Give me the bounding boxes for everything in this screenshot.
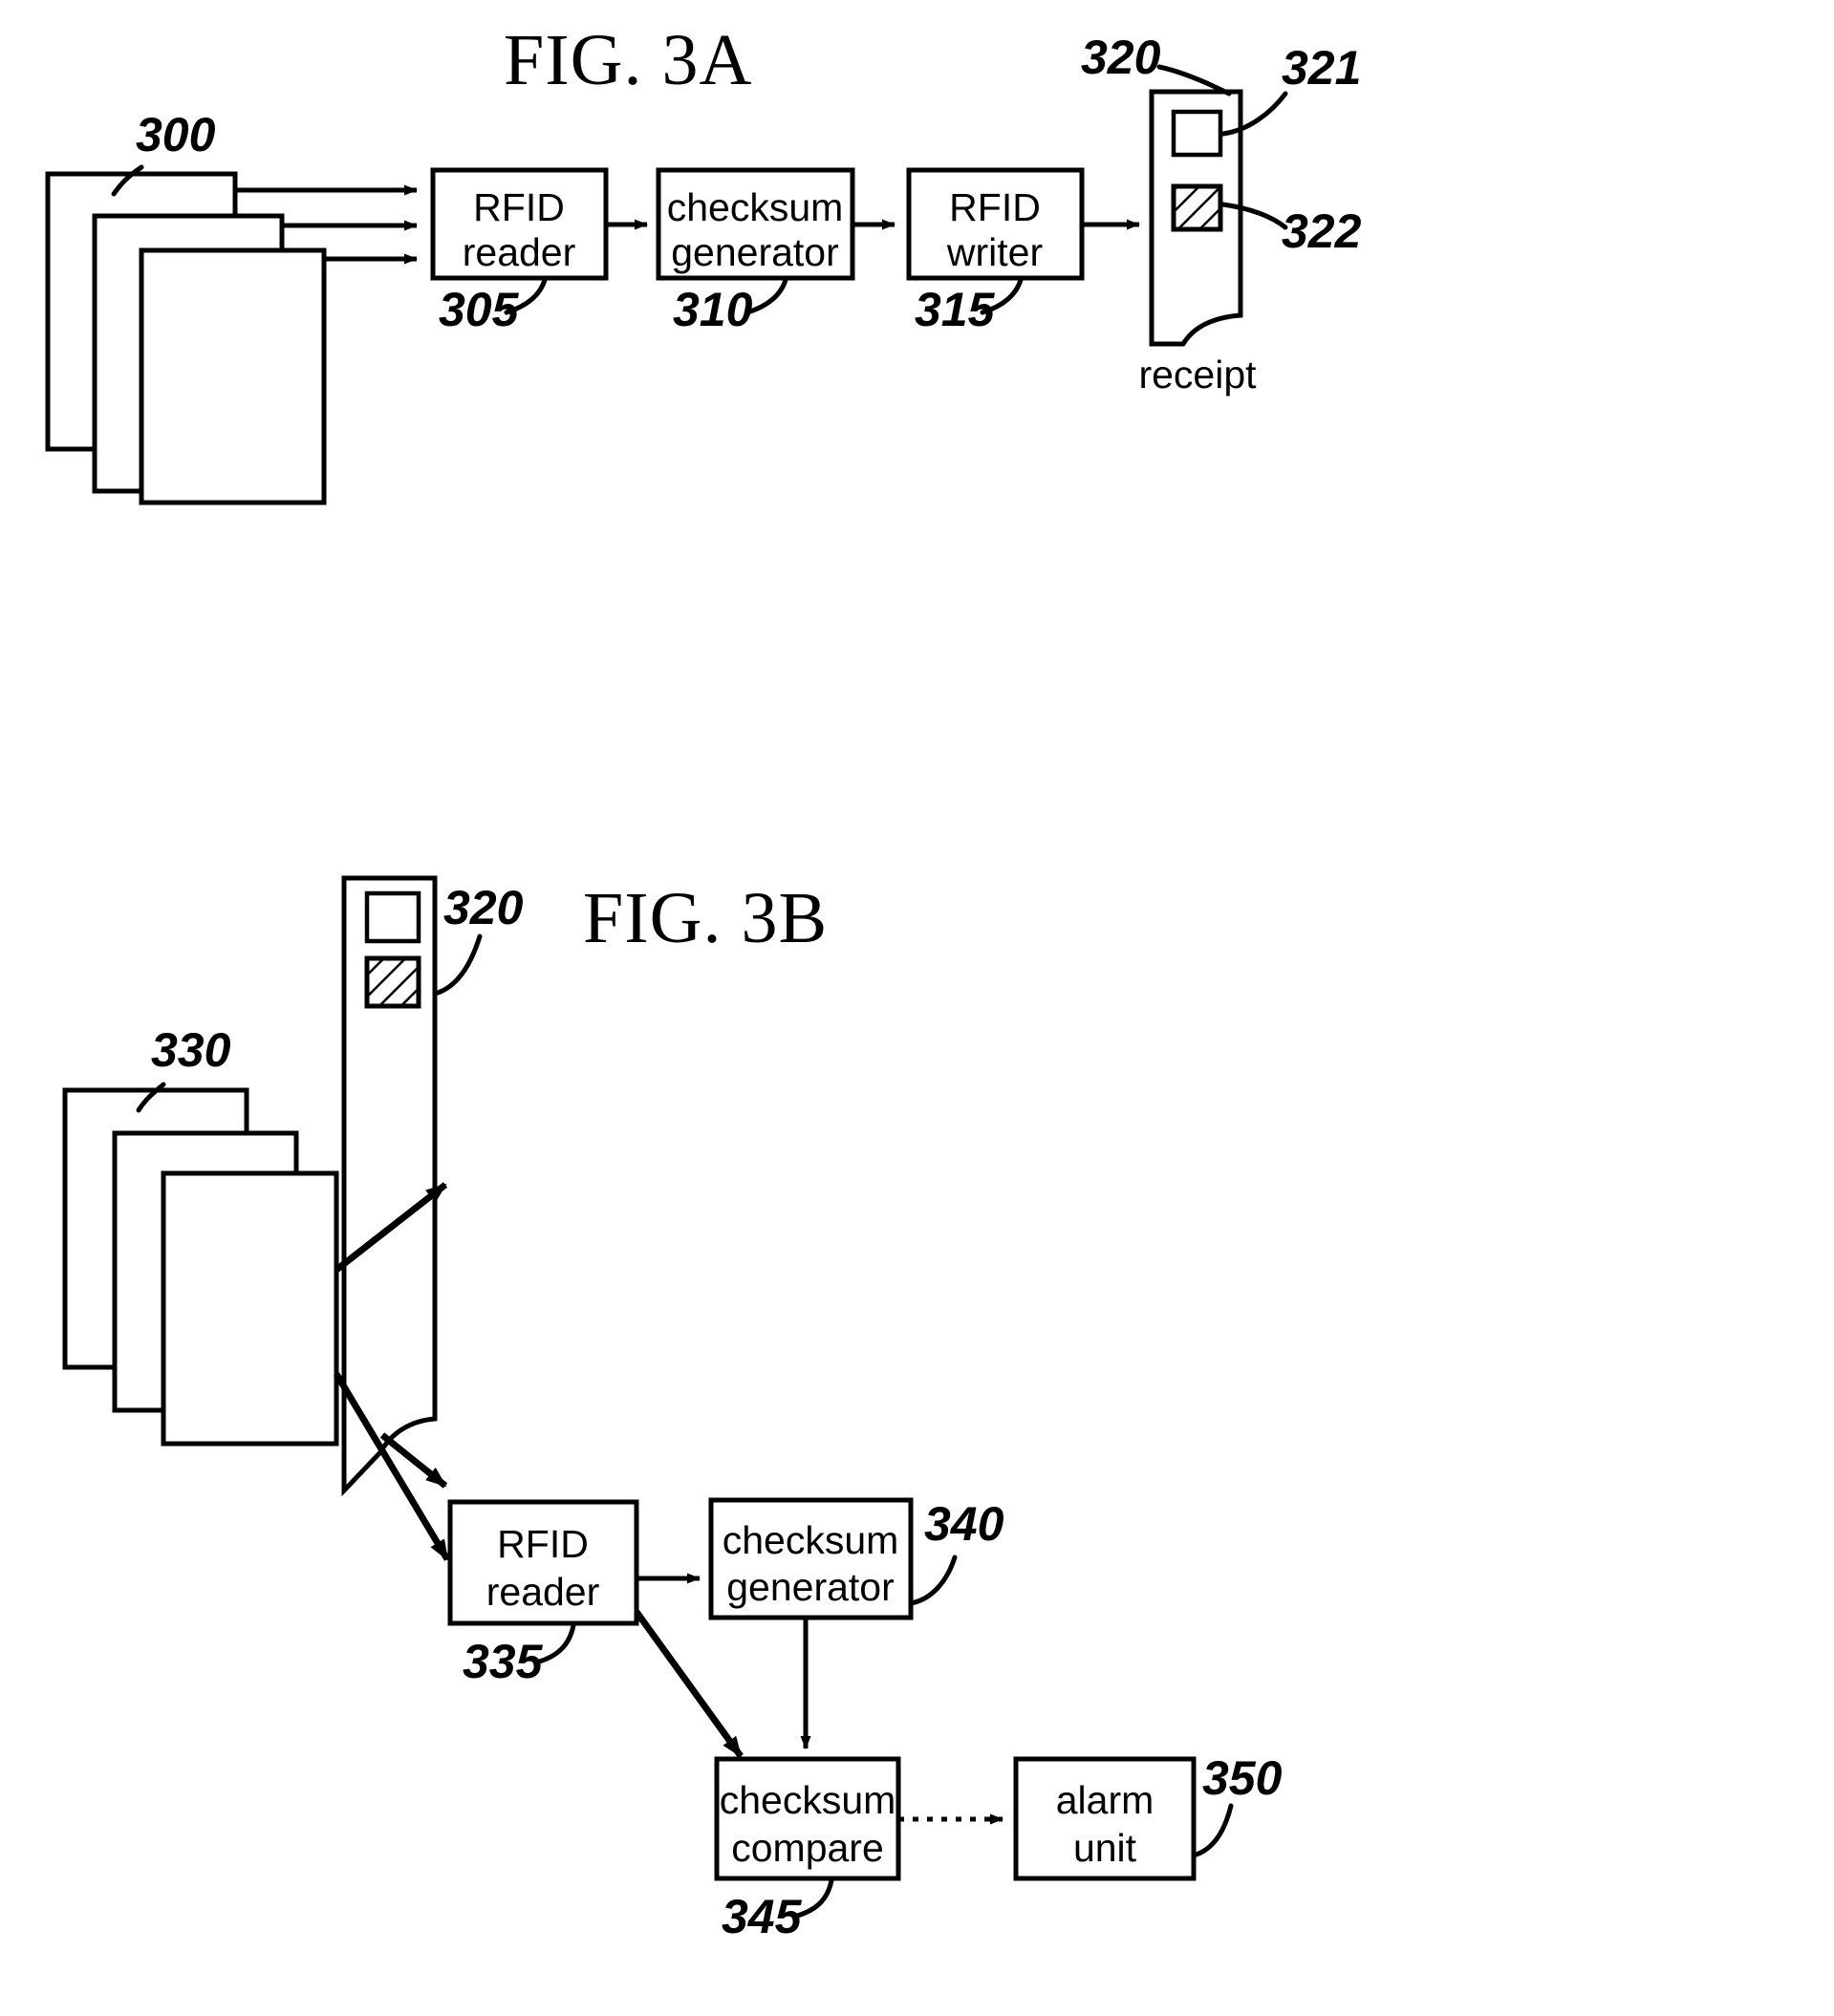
- block-label-line1: RFID: [473, 185, 565, 229]
- rfid-tag-plain: [364, 890, 421, 944]
- ref-number-335: 335: [463, 1635, 544, 1688]
- figure-3b: FIG. 3B 320 330 RFID reader 335 checksum…: [62, 875, 1283, 1943]
- ref-number-350: 350: [1202, 1751, 1283, 1805]
- block-label-line1: RFID: [949, 185, 1041, 229]
- rfid-tag-322-hatched: [1171, 183, 1223, 232]
- block-label-line2: generator: [726, 1565, 895, 1609]
- block-rfid-reader-335: RFID reader 335: [447, 1499, 639, 1688]
- block-checksum-compare-345: checksum compare 345: [714, 1756, 901, 1943]
- rfid-tag-321-plain: [1171, 109, 1223, 158]
- block-label-line1: alarm: [1056, 1778, 1154, 1822]
- leader-line: [432, 933, 483, 997]
- block-label-line2: compare: [731, 1826, 884, 1870]
- receipt-320: 320 321 322 receipt: [1081, 31, 1362, 397]
- figure-3a: FIG. 3A 300 RFID reader 305 checksum gen…: [45, 20, 1362, 505]
- leader-line: [744, 277, 788, 315]
- block-label-line1: checksum: [720, 1778, 896, 1822]
- block-label-line2: generator: [671, 230, 839, 274]
- ref-number-305: 305: [439, 283, 520, 336]
- block-alarm-unit-350: alarm unit 350: [1013, 1751, 1283, 1881]
- block-checksum-generator-310: checksum generator 310: [656, 167, 855, 336]
- patent-figure-sheet: FIG. 3A 300 RFID reader 305 checksum gen…: [45, 20, 1362, 1943]
- block-rfid-writer-315: RFID writer 315: [906, 167, 1085, 336]
- block-label-line1: checksum: [723, 1518, 899, 1562]
- leader-line: [908, 1555, 958, 1606]
- document-sheet: [161, 1170, 339, 1447]
- ref-number-345: 345: [722, 1890, 803, 1943]
- ref-number-340: 340: [924, 1497, 1004, 1551]
- ref-number-310: 310: [673, 283, 753, 336]
- block-label-line2: unit: [1073, 1826, 1137, 1870]
- figure-3b-title: FIG. 3B: [583, 878, 828, 958]
- document-stack-330: 330: [62, 1023, 339, 1447]
- block-label-line1: checksum: [667, 185, 844, 229]
- figure-3a-title: FIG. 3A: [504, 20, 752, 100]
- receipt-320-fig3b: 320: [341, 875, 524, 1497]
- ref-number-322: 322: [1282, 204, 1362, 258]
- connector-reader-to-compare: [634, 1609, 744, 1759]
- ref-number-320: 320: [1081, 31, 1161, 84]
- block-label-line2: writer: [946, 230, 1043, 274]
- receipt-caption: receipt: [1138, 353, 1257, 397]
- block-checksum-generator-340: checksum generator 340: [708, 1497, 1004, 1620]
- ref-number-321: 321: [1282, 41, 1361, 95]
- ref-number-330: 330: [151, 1023, 231, 1077]
- document-stack-300: 300: [45, 108, 327, 505]
- rfid-tag-hatched: [364, 955, 421, 1009]
- ref-number-320: 320: [443, 881, 524, 934]
- block-rfid-reader-305: RFID reader 305: [430, 167, 609, 336]
- block-label-line2: reader: [486, 1570, 600, 1614]
- ref-number-315: 315: [915, 283, 996, 336]
- block-label-line2: reader: [463, 230, 576, 274]
- leader-line: [1191, 1803, 1234, 1858]
- ref-number-300: 300: [136, 108, 216, 161]
- block-label-line1: RFID: [497, 1522, 589, 1566]
- document-sheet: [139, 247, 327, 505]
